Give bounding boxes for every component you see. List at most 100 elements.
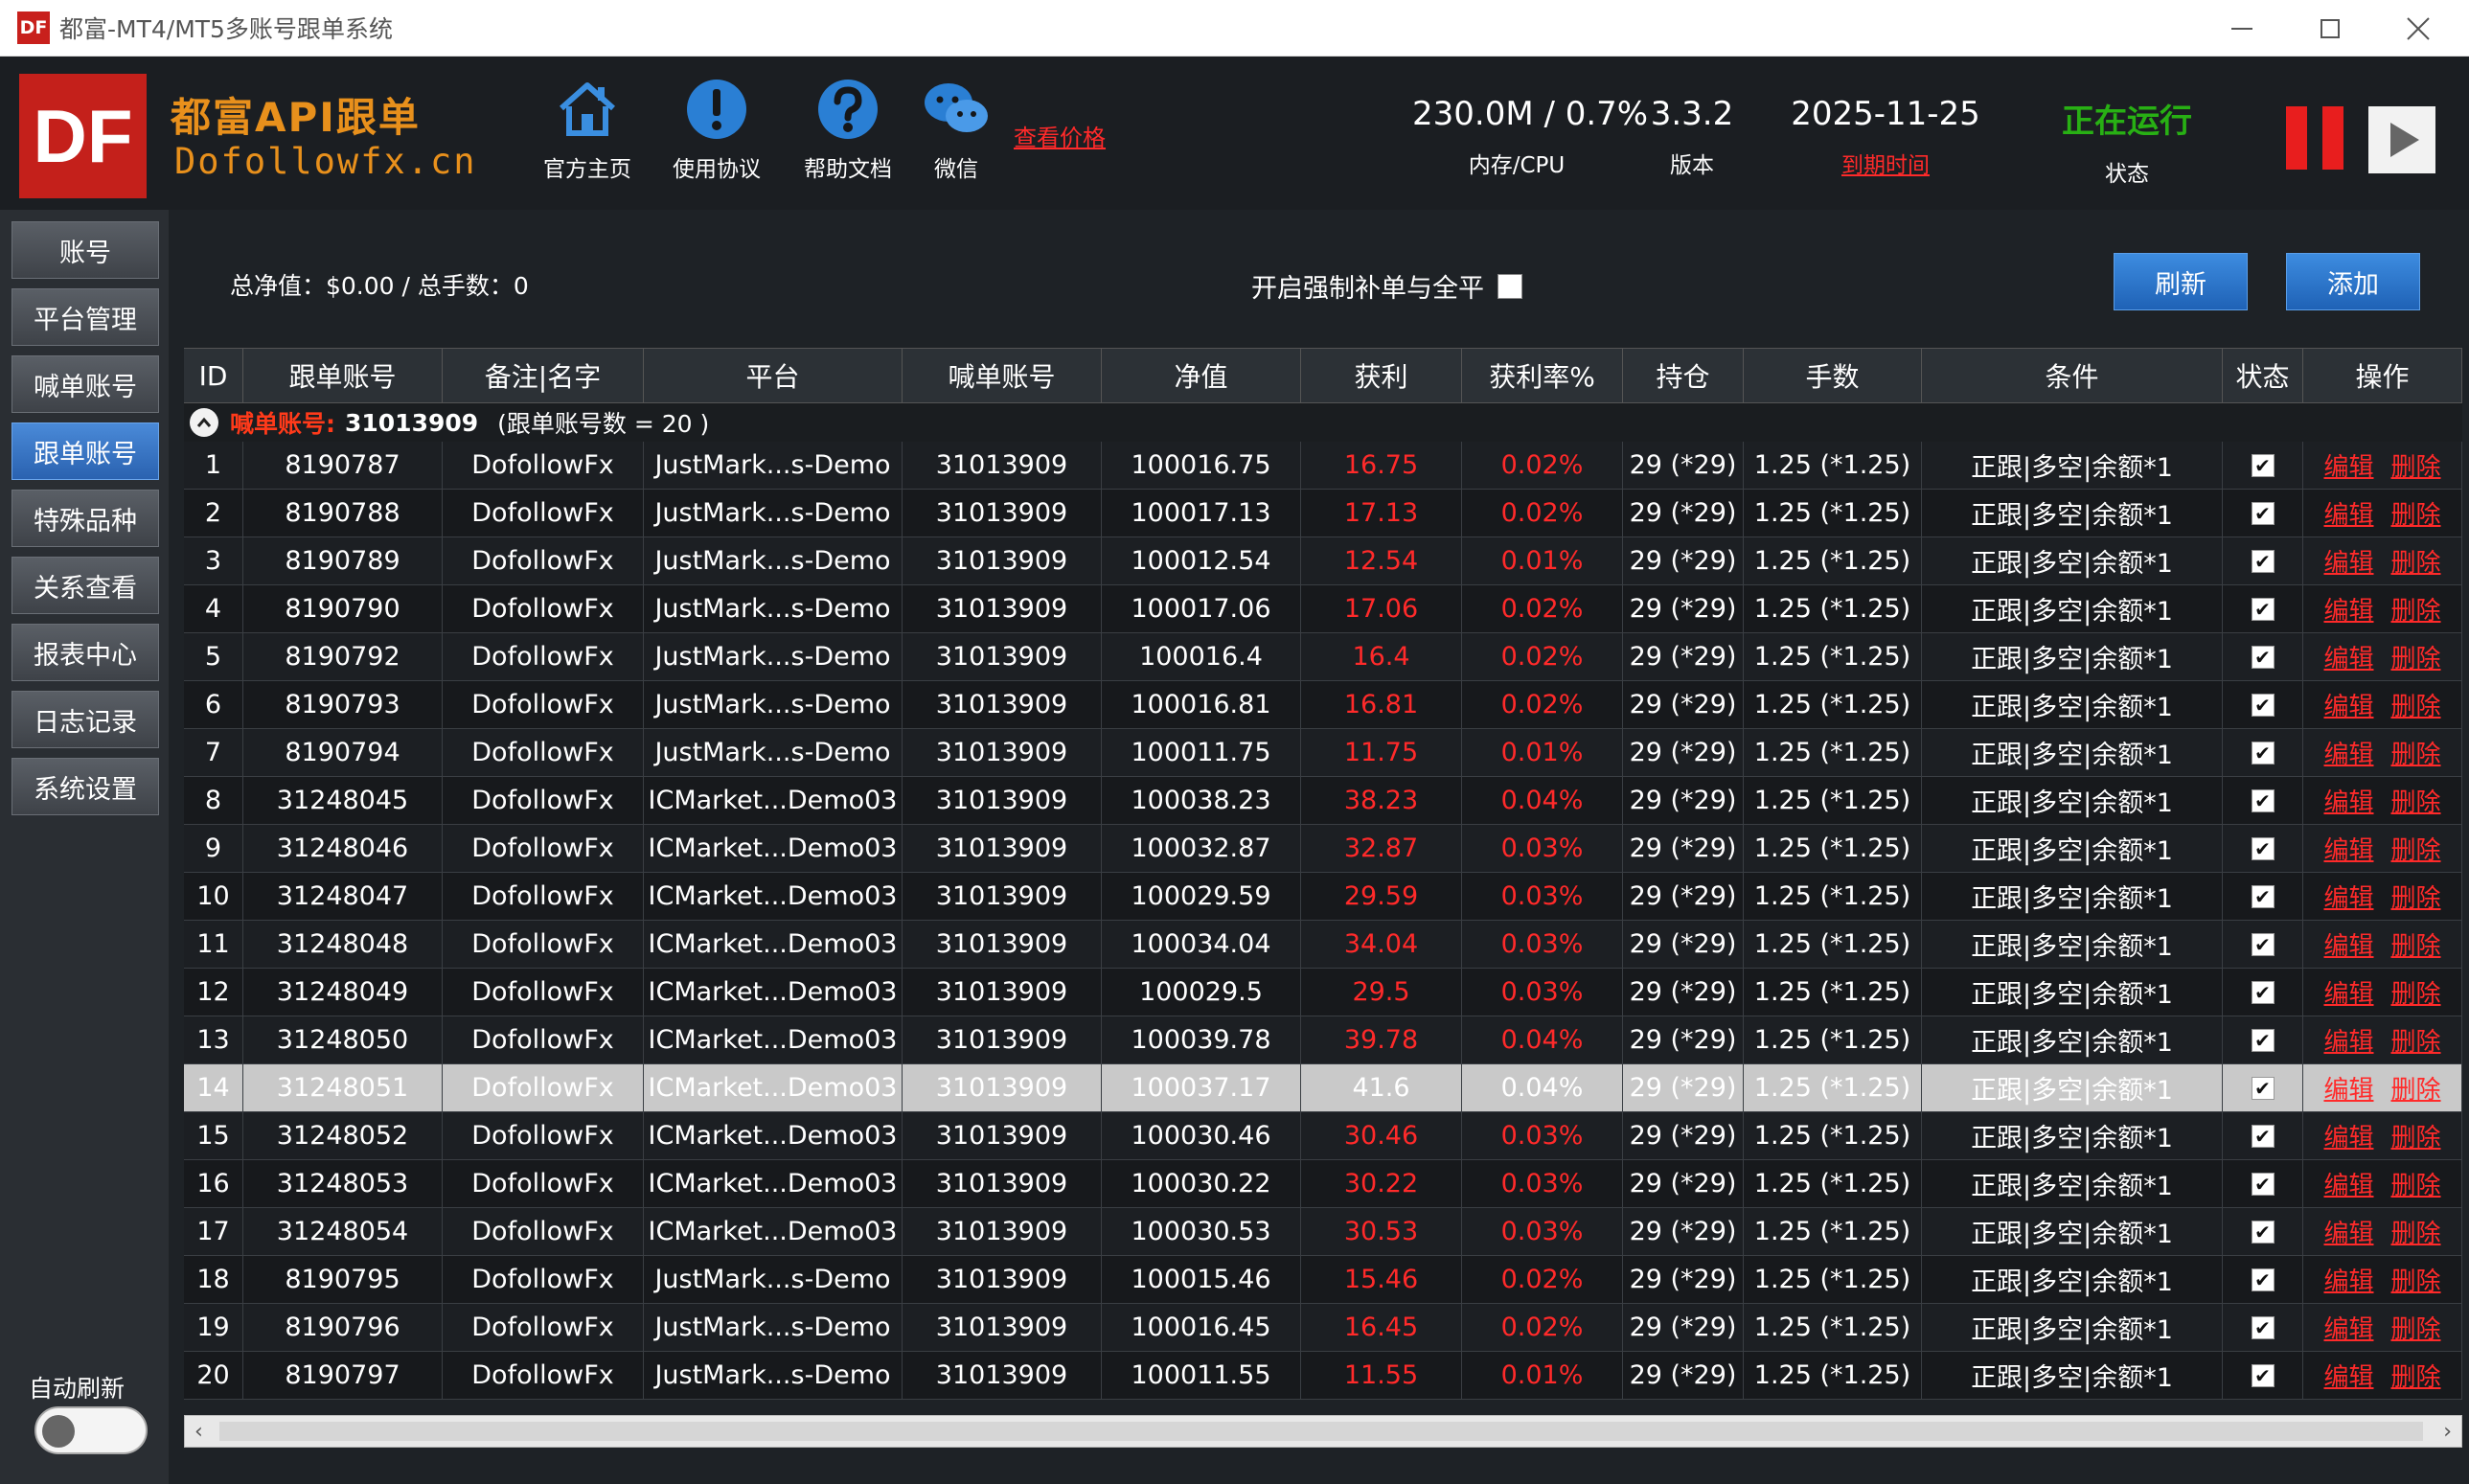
delete-link[interactable]: 删除: [2391, 591, 2441, 627]
play-button[interactable]: [2368, 106, 2435, 173]
delete-link[interactable]: 删除: [2391, 831, 2441, 866]
sidebar-item-platforms[interactable]: 平台管理: [11, 288, 159, 346]
expire-link[interactable]: 到期时间: [1772, 147, 1999, 179]
view-price-link[interactable]: 查看价格: [1014, 119, 1106, 152]
sidebar-item-settings[interactable]: 系统设置: [11, 758, 159, 815]
status-checkbox[interactable]: ✔: [2251, 1172, 2275, 1196]
edit-link[interactable]: 编辑: [2323, 879, 2373, 914]
edit-link[interactable]: 编辑: [2323, 831, 2373, 866]
add-button[interactable]: 添加: [2286, 253, 2420, 310]
table-row[interactable]: 11 31248048 DofollowFx ICMarket...Demo03 310…: [184, 921, 2462, 969]
table-row[interactable]: 15 31248052 DofollowFx ICMarket...Demo03 310…: [184, 1112, 2462, 1160]
table-row[interactable]: 3 8190789 DofollowFx JustMark...s-Demo 31013…: [184, 537, 2462, 585]
edit-link[interactable]: 编辑: [2323, 447, 2373, 483]
col-follower-account[interactable]: 跟单账号: [243, 349, 443, 402]
table-row[interactable]: 5 8190792 DofollowFx JustMark...s-Demo 31013…: [184, 633, 2462, 681]
status-checkbox[interactable]: ✔: [2251, 549, 2275, 573]
col-master-account[interactable]: 喊单账号: [903, 349, 1102, 402]
status-checkbox[interactable]: ✔: [2251, 788, 2275, 812]
edit-link[interactable]: 编辑: [2323, 974, 2373, 1010]
scroll-left-icon[interactable]: ‹: [194, 1420, 203, 1444]
status-checkbox[interactable]: ✔: [2251, 884, 2275, 908]
delete-link[interactable]: 删除: [2391, 1358, 2441, 1393]
sidebar-item-reports[interactable]: 报表中心: [11, 624, 159, 681]
status-checkbox[interactable]: ✔: [2251, 1124, 2275, 1148]
delete-link[interactable]: 删除: [2391, 687, 2441, 722]
col-equity[interactable]: 净值: [1102, 349, 1301, 402]
table-row[interactable]: 7 8190794 DofollowFx JustMark...s-Demo 31013…: [184, 729, 2462, 777]
table-row[interactable]: 6 8190793 DofollowFx JustMark...s-Demo 31013…: [184, 681, 2462, 729]
edit-link[interactable]: 编辑: [2323, 1262, 2373, 1297]
table-row[interactable]: 20 8190797 DofollowFx JustMark...s-Demo 3101…: [184, 1352, 2462, 1400]
delete-link[interactable]: 删除: [2391, 495, 2441, 531]
minimize-button[interactable]: [2198, 0, 2286, 57]
delete-link[interactable]: 删除: [2391, 1070, 2441, 1106]
col-profit[interactable]: 获利: [1301, 349, 1462, 402]
maximize-button[interactable]: [2286, 0, 2374, 57]
close-button[interactable]: [2374, 0, 2462, 57]
delete-link[interactable]: 删除: [2391, 1214, 2441, 1249]
pause-button[interactable]: [2286, 106, 2343, 170]
table-row[interactable]: 16 31248053 DofollowFx ICMarket...Demo03 310…: [184, 1160, 2462, 1208]
edit-link[interactable]: 编辑: [2323, 783, 2373, 818]
table-row[interactable]: 18 8190795 DofollowFx JustMark...s-Demo 3101…: [184, 1256, 2462, 1304]
status-checkbox[interactable]: ✔: [2251, 1315, 2275, 1339]
status-checkbox[interactable]: ✔: [2251, 597, 2275, 621]
sidebar-item-master-accounts[interactable]: 喊单账号: [11, 355, 159, 413]
sidebar-item-logs[interactable]: 日志记录: [11, 691, 159, 748]
auto-refresh-toggle[interactable]: [34, 1406, 148, 1454]
status-checkbox[interactable]: ✔: [2251, 1076, 2275, 1100]
status-checkbox[interactable]: ✔: [2251, 836, 2275, 860]
edit-link[interactable]: 编辑: [2323, 926, 2373, 962]
edit-link[interactable]: 编辑: [2323, 1310, 2373, 1345]
sidebar-item-follower-accounts[interactable]: 跟单账号: [11, 422, 159, 480]
force-checkbox[interactable]: [1497, 273, 1522, 299]
delete-link[interactable]: 删除: [2391, 1118, 2441, 1153]
table-row[interactable]: 14 31248051 DofollowFx ICMarket...Demo03 310…: [184, 1064, 2462, 1112]
table-row[interactable]: 19 8190796 DofollowFx JustMark...s-Demo 3101…: [184, 1304, 2462, 1352]
refresh-button[interactable]: 刷新: [2114, 253, 2248, 310]
collapse-icon[interactable]: [190, 408, 218, 437]
status-checkbox[interactable]: ✔: [2251, 1363, 2275, 1387]
delete-link[interactable]: 删除: [2391, 974, 2441, 1010]
status-checkbox[interactable]: ✔: [2251, 501, 2275, 525]
col-lots[interactable]: 手数: [1744, 349, 1922, 402]
table-row[interactable]: 13 31248050 DofollowFx ICMarket...Demo03 310…: [184, 1016, 2462, 1064]
table-row[interactable]: 1 8190787 DofollowFx JustMark...s-Demo 31013…: [184, 442, 2462, 490]
status-checkbox[interactable]: ✔: [2251, 1028, 2275, 1052]
col-condition[interactable]: 条件: [1922, 349, 2223, 402]
delete-link[interactable]: 删除: [2391, 1166, 2441, 1201]
edit-link[interactable]: 编辑: [2323, 735, 2373, 770]
delete-link[interactable]: 删除: [2391, 639, 2441, 674]
table-row[interactable]: 2 8190788 DofollowFx JustMark...s-Demo 31013…: [184, 490, 2462, 537]
nav-help-button[interactable]: 帮助文档: [786, 76, 910, 183]
delete-link[interactable]: 删除: [2391, 447, 2441, 483]
delete-link[interactable]: 删除: [2391, 1262, 2441, 1297]
sidebar-item-accounts[interactable]: 账号: [11, 221, 159, 279]
table-row[interactable]: 12 31248049 DofollowFx ICMarket...Demo03 310…: [184, 969, 2462, 1016]
status-checkbox[interactable]: ✔: [2251, 932, 2275, 956]
edit-link[interactable]: 编辑: [2323, 687, 2373, 722]
col-status[interactable]: 状态: [2223, 349, 2303, 402]
delete-link[interactable]: 删除: [2391, 879, 2441, 914]
status-checkbox[interactable]: ✔: [2251, 453, 2275, 477]
status-checkbox[interactable]: ✔: [2251, 1267, 2275, 1291]
delete-link[interactable]: 删除: [2391, 1022, 2441, 1058]
nav-home-button[interactable]: 官方主页: [525, 76, 650, 183]
sidebar-item-special-symbols[interactable]: 特殊品种: [11, 490, 159, 547]
delete-link[interactable]: 删除: [2391, 543, 2441, 579]
edit-link[interactable]: 编辑: [2323, 495, 2373, 531]
scroll-thumb[interactable]: [219, 1422, 2423, 1441]
nav-wechat-button[interactable]: 微信: [894, 76, 1018, 183]
edit-link[interactable]: 编辑: [2323, 1118, 2373, 1153]
delete-link[interactable]: 删除: [2391, 1310, 2441, 1345]
table-row[interactable]: 17 31248054 DofollowFx ICMarket...Demo03 310…: [184, 1208, 2462, 1256]
sidebar-item-relations[interactable]: 关系查看: [11, 557, 159, 614]
status-checkbox[interactable]: ✔: [2251, 1220, 2275, 1244]
status-checkbox[interactable]: ✔: [2251, 980, 2275, 1004]
delete-link[interactable]: 删除: [2391, 926, 2441, 962]
status-checkbox[interactable]: ✔: [2251, 645, 2275, 669]
edit-link[interactable]: 编辑: [2323, 1214, 2373, 1249]
group-row[interactable]: 喊单账号: 31013909 (跟单账号数 = 20 ): [184, 403, 2462, 442]
edit-link[interactable]: 编辑: [2323, 639, 2373, 674]
